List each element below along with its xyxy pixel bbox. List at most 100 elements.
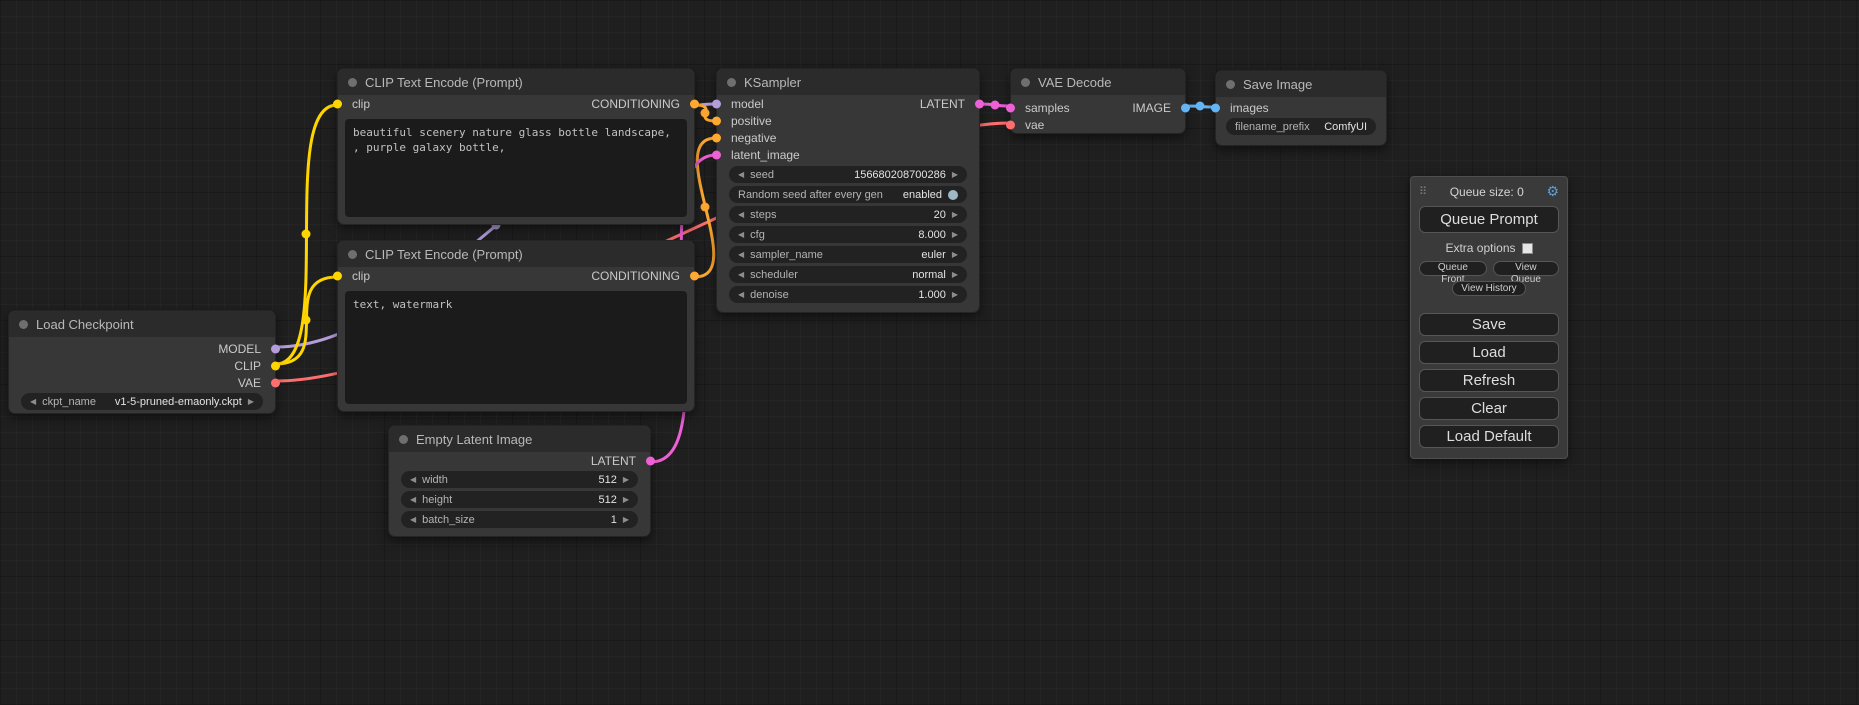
- widget-value: 20: [934, 209, 946, 221]
- clip-input-port[interactable]: [333, 271, 342, 280]
- collapse-dot[interactable]: [348, 250, 357, 259]
- positive-input-port[interactable]: [712, 116, 721, 125]
- node-graph-canvas[interactable]: Load Checkpoint MODEL CLIP VAE ◀ ckpt_na…: [0, 0, 1859, 705]
- latent-image-input-port[interactable]: [712, 150, 721, 159]
- port-label: clip: [352, 97, 370, 111]
- node-title-bar[interactable]: KSampler: [717, 69, 979, 95]
- steps-widget[interactable]: ◀ steps 20 ▶: [729, 206, 967, 223]
- clip-output-port[interactable]: [271, 361, 280, 370]
- stepper-left-icon[interactable]: ◀: [738, 211, 744, 219]
- collapse-dot[interactable]: [19, 320, 28, 329]
- negative-prompt-textarea[interactable]: text, watermark: [345, 291, 687, 404]
- drag-handle-icon[interactable]: ⠿: [1419, 185, 1427, 198]
- conditioning-output-port[interactable]: [690, 99, 699, 108]
- scheduler-widget[interactable]: ◀ scheduler normal ▶: [729, 266, 967, 283]
- stepper-left-icon[interactable]: ◀: [30, 398, 36, 406]
- model-output-port[interactable]: [271, 344, 280, 353]
- node-title: KSampler: [744, 75, 801, 90]
- latent-output-port[interactable]: [975, 99, 984, 108]
- positive-prompt-textarea[interactable]: beautiful scenery nature glass bottle la…: [345, 119, 687, 217]
- queue-prompt-button[interactable]: Queue Prompt: [1419, 206, 1559, 233]
- stepper-right-icon[interactable]: ▶: [952, 211, 958, 219]
- collapse-dot[interactable]: [399, 435, 408, 444]
- node-save-image[interactable]: Save Image images filename_prefix ComfyU…: [1215, 70, 1387, 146]
- node-vae-decode[interactable]: VAE Decode samples IMAGE vae: [1010, 68, 1186, 134]
- stepper-left-icon[interactable]: ◀: [410, 496, 416, 504]
- load-default-button[interactable]: Load Default: [1419, 425, 1559, 448]
- stepper-left-icon[interactable]: ◀: [738, 271, 744, 279]
- stepper-left-icon[interactable]: ◀: [738, 231, 744, 239]
- filename-prefix-widget[interactable]: filename_prefix ComfyUI: [1226, 118, 1376, 135]
- view-queue-button[interactable]: View Queue: [1493, 261, 1559, 276]
- save-button[interactable]: Save: [1419, 313, 1559, 336]
- stepper-right-icon[interactable]: ▶: [952, 171, 958, 179]
- widget-label: batch_size: [422, 514, 475, 526]
- extra-options-checkbox[interactable]: [1522, 243, 1533, 254]
- clear-button[interactable]: Clear: [1419, 397, 1559, 420]
- widget-label: cfg: [750, 229, 765, 241]
- node-title-bar[interactable]: VAE Decode: [1011, 69, 1185, 95]
- samples-input-port[interactable]: [1006, 103, 1015, 112]
- stepper-left-icon[interactable]: ◀: [410, 476, 416, 484]
- vae-output-port[interactable]: [271, 378, 280, 387]
- stepper-right-icon[interactable]: ▶: [623, 496, 629, 504]
- queue-size-label: Queue size: 0: [1427, 185, 1546, 199]
- batch-size-widget[interactable]: ◀ batch_size 1 ▶: [401, 511, 638, 528]
- stepper-right-icon[interactable]: ▶: [952, 251, 958, 259]
- node-clip-text-encode-negative[interactable]: CLIP Text Encode (Prompt) clip CONDITION…: [337, 240, 695, 412]
- node-load-checkpoint[interactable]: Load Checkpoint MODEL CLIP VAE ◀ ckpt_na…: [8, 310, 276, 414]
- stepper-right-icon[interactable]: ▶: [623, 476, 629, 484]
- random-seed-toggle-widget[interactable]: Random seed after every gen enabled: [729, 186, 967, 203]
- settings-gear-icon[interactable]: ⚙: [1546, 183, 1559, 200]
- node-ksampler[interactable]: KSampler model LATENT positive negative …: [716, 68, 980, 313]
- node-clip-text-encode-positive[interactable]: CLIP Text Encode (Prompt) clip CONDITION…: [337, 68, 695, 225]
- collapse-dot[interactable]: [348, 78, 357, 87]
- cfg-widget[interactable]: ◀ cfg 8.000 ▶: [729, 226, 967, 243]
- height-widget[interactable]: ◀ height 512 ▶: [401, 491, 638, 508]
- port-label: vae: [1025, 118, 1044, 132]
- stepper-left-icon[interactable]: ◀: [738, 171, 744, 179]
- port-label: clip: [352, 269, 370, 283]
- load-button[interactable]: Load: [1419, 341, 1559, 364]
- stepper-left-icon[interactable]: ◀: [738, 251, 744, 259]
- clip-input-port[interactable]: [333, 99, 342, 108]
- collapse-dot[interactable]: [1021, 78, 1030, 87]
- widget-label: steps: [750, 209, 776, 221]
- model-input-port[interactable]: [712, 99, 721, 108]
- width-widget[interactable]: ◀ width 512 ▶: [401, 471, 638, 488]
- node-title-bar[interactable]: Empty Latent Image: [389, 426, 650, 452]
- refresh-button[interactable]: Refresh: [1419, 369, 1559, 392]
- conditioning-output-port[interactable]: [690, 271, 699, 280]
- node-title-bar[interactable]: Save Image: [1216, 71, 1386, 97]
- image-output-port[interactable]: [1181, 103, 1190, 112]
- node-title: Empty Latent Image: [416, 432, 532, 447]
- stepper-right-icon[interactable]: ▶: [952, 231, 958, 239]
- widget-value: 1: [611, 514, 617, 526]
- queue-menu-panel: ⠿ Queue size: 0 ⚙ Queue Prompt Extra opt…: [1410, 176, 1568, 459]
- stepper-left-icon[interactable]: ◀: [410, 516, 416, 524]
- collapse-dot[interactable]: [727, 78, 736, 87]
- widget-value: enabled: [903, 189, 942, 201]
- images-input-port[interactable]: [1211, 103, 1220, 112]
- stepper-right-icon[interactable]: ▶: [952, 291, 958, 299]
- latent-output-port[interactable]: [646, 456, 655, 465]
- negative-input-port[interactable]: [712, 133, 721, 142]
- link-midpoint-dot: [1196, 102, 1205, 111]
- stepper-right-icon[interactable]: ▶: [248, 398, 254, 406]
- view-history-button[interactable]: View History: [1452, 281, 1525, 296]
- node-empty-latent-image[interactable]: Empty Latent Image LATENT ◀ width 512 ▶ …: [388, 425, 651, 537]
- sampler-name-widget[interactable]: ◀ sampler_name euler ▶: [729, 246, 967, 263]
- vae-input-port[interactable]: [1006, 120, 1015, 129]
- ckpt-name-widget[interactable]: ◀ ckpt_name v1-5-pruned-emaonly.ckpt ▶: [21, 393, 263, 410]
- stepper-right-icon[interactable]: ▶: [623, 516, 629, 524]
- node-title-bar[interactable]: Load Checkpoint: [9, 311, 275, 337]
- collapse-dot[interactable]: [1226, 80, 1235, 89]
- seed-widget[interactable]: ◀ seed 156680208700286 ▶: [729, 166, 967, 183]
- toggle-enabled-dot[interactable]: [948, 190, 958, 200]
- denoise-widget[interactable]: ◀ denoise 1.000 ▶: [729, 286, 967, 303]
- node-title-bar[interactable]: CLIP Text Encode (Prompt): [338, 69, 694, 95]
- stepper-right-icon[interactable]: ▶: [952, 271, 958, 279]
- stepper-left-icon[interactable]: ◀: [738, 291, 744, 299]
- node-title-bar[interactable]: CLIP Text Encode (Prompt): [338, 241, 694, 267]
- queue-front-button[interactable]: Queue Front: [1419, 261, 1487, 276]
